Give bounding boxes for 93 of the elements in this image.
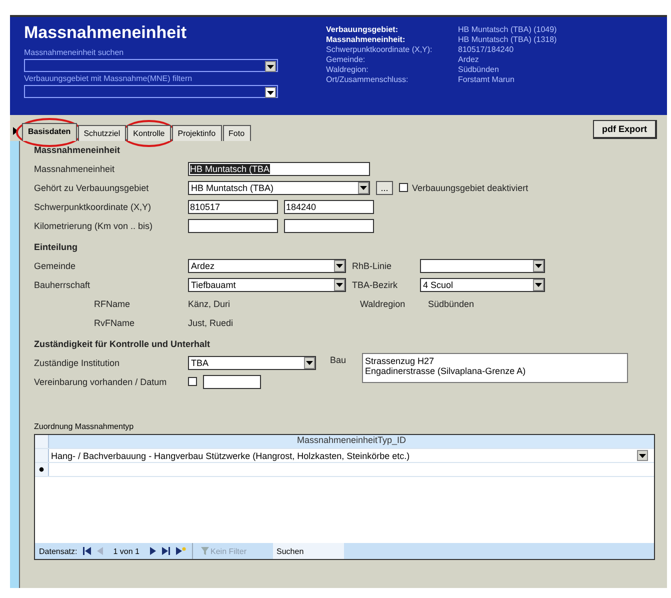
field-label: Gemeinde: [34, 260, 77, 270]
caret-icon: [535, 264, 542, 268]
subform-label: Zuordnung Massnahmentyp: [34, 422, 135, 431]
search-field[interactable]: Suchen: [272, 543, 344, 559]
tab[interactable]: Projektinfo: [172, 125, 222, 141]
input-field[interactable]: [284, 218, 374, 232]
caret-icon: [336, 282, 343, 286]
input-field[interactable]: [188, 218, 278, 232]
caret-icon: [267, 90, 274, 94]
info-label: Waldregion:: [326, 65, 370, 74]
field-label: RFName: [93, 298, 132, 308]
field-label: Massnahmeneinheit: [34, 164, 116, 174]
field-label: Schwerpunktkoordinate (X,Y): [34, 202, 152, 212]
dropdown-button[interactable]: [637, 450, 648, 461]
caret-icon: [639, 454, 646, 458]
field-label: Gehört zu Verbauungsgebiet: [34, 182, 150, 192]
triangle-icon: [13, 127, 18, 135]
funnel-icon: [200, 547, 208, 555]
info-value: 810517/184240: [458, 45, 515, 54]
new-record-icon: [176, 547, 186, 555]
info-label: Ort/Zusammenschluss:: [326, 75, 410, 84]
field-label: Bau: [330, 355, 348, 365]
section-title: Zuständigkeit für Kontrolle und Unterhalt: [34, 339, 211, 349]
field-label: RhB-Linie: [352, 260, 393, 270]
row-selector[interactable]: [35, 463, 49, 476]
caret-icon: [267, 64, 274, 68]
field-value: Känz, Duri: [188, 298, 232, 308]
memo-field[interactable]: Strassenzug H27 Engadinerstrasse (Silvaplana-Grenze A): [362, 353, 628, 383]
field-label: Zuständige Institution: [34, 358, 121, 368]
combo-box[interactable]: TBA: [188, 356, 316, 370]
dropdown-button[interactable]: [265, 61, 276, 72]
tab[interactable]: Foto: [222, 125, 251, 141]
field-label: Vereinbarung vorhanden / Datum: [34, 376, 168, 386]
field-label: Waldregion: [360, 298, 406, 308]
combo-box[interactable]: Tiefbauamt: [188, 278, 346, 292]
info-value: Südbünden: [458, 65, 500, 74]
field-value: Südbünden: [428, 298, 476, 308]
last-record-icon: [162, 547, 170, 555]
combo-box[interactable]: Ardez: [188, 258, 346, 272]
dropdown-button[interactable]: [304, 356, 315, 368]
info-value: HB Muntatsch (TBA) (1318): [458, 35, 557, 44]
info-label: Verbauungsgebiet:: [326, 25, 400, 34]
section-title: Einteilung: [34, 242, 78, 252]
info-value: HB Muntatsch (TBA) (1049): [458, 25, 557, 34]
field-label: RvFName: [93, 318, 136, 328]
record-label: Datensatz:: [39, 546, 78, 556]
filter-combo[interactable]: [24, 85, 278, 98]
checkbox[interactable]: [399, 183, 408, 192]
combo-box[interactable]: HB Muntatsch (TBA): [188, 180, 370, 194]
field-label: Kilometrierung (Km von .. bis): [34, 220, 154, 230]
record-position[interactable]: 1 von 1: [109, 546, 144, 556]
search-label: Massnahmeneinheit suchen: [24, 48, 125, 57]
field-label: TBA-Bezirk: [352, 280, 399, 290]
section-title: Massnahmeneinheit: [34, 145, 122, 155]
memo-line: Strassenzug H27: [365, 356, 436, 366]
combo-box[interactable]: [420, 258, 545, 272]
form-title: Massnahmeneinheit: [24, 23, 188, 43]
dropdown-button[interactable]: [265, 87, 276, 98]
tab[interactable]: Schutzziel: [78, 125, 126, 141]
tab[interactable]: Basisdaten: [22, 123, 77, 141]
input-field[interactable]: HB Muntatsch (TBA: [188, 162, 370, 176]
search-combo[interactable]: [24, 59, 278, 72]
table-cell: Hang- / Bachverbauung - Hangverbau Stützwerke (Hangrost, Holzkasten, Steinkörbe etc.): [51, 450, 410, 460]
info-label: Gemeinde:: [326, 55, 366, 64]
info-value: Forstamt Marun: [458, 75, 516, 84]
tab[interactable]: Kontrolle: [127, 125, 171, 141]
checkbox[interactable]: [188, 377, 197, 386]
caret-icon: [336, 264, 343, 268]
info-value: Ardez: [458, 55, 480, 64]
field-value: Just, Ruedi: [188, 318, 234, 328]
caret-icon: [535, 282, 542, 286]
caret-icon: [306, 360, 313, 364]
browse-button[interactable]: ...: [376, 180, 393, 194]
combo-box[interactable]: 4 Scuol: [420, 278, 545, 292]
input-field[interactable]: 184240: [284, 200, 374, 214]
dropdown-button[interactable]: [533, 260, 544, 272]
previous-record-icon: [97, 547, 104, 555]
field-label: Bauherrschaft: [34, 280, 92, 290]
input-field[interactable]: [203, 374, 261, 388]
export-button[interactable]: pdf Export: [593, 120, 657, 139]
checkbox-label: Verbauungsgebiet deaktiviert: [412, 182, 528, 192]
info-label: Massnahmeneinheit:: [326, 35, 406, 44]
memo-line: Engadinerstrasse (Silvaplana-Grenze A): [365, 366, 527, 376]
dropdown-button[interactable]: [533, 278, 544, 290]
info-label: Schwerpunktkoordinate (X,Y):: [326, 45, 434, 54]
first-record-icon: [83, 547, 92, 555]
dropdown-button[interactable]: [334, 260, 345, 272]
input-field[interactable]: 810517: [188, 200, 278, 214]
filter-label: Verbauungsgebiet mit Massnahme(MNE) filtern: [24, 74, 194, 83]
dropdown-button[interactable]: [358, 182, 369, 194]
dropdown-button[interactable]: [334, 278, 345, 290]
caret-icon: [360, 186, 367, 190]
next-record-icon: [150, 547, 156, 555]
